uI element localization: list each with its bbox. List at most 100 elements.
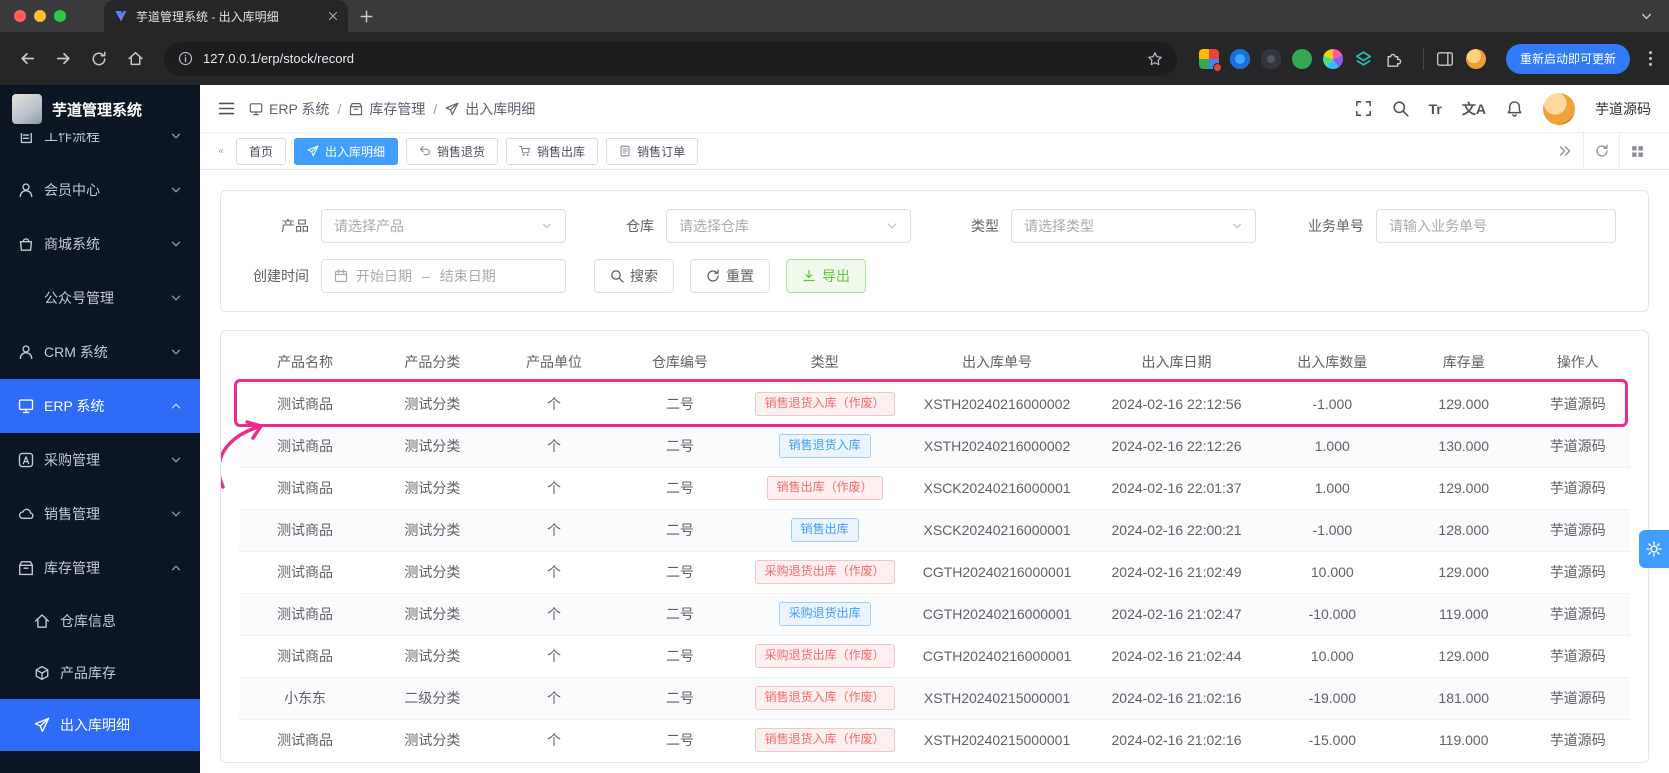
sidebar-item-mall-system[interactable]: 商城系统: [0, 217, 200, 271]
dark-circle-extension-icon[interactable]: [1261, 49, 1281, 69]
cell-stock: 130.000: [1402, 425, 1526, 467]
export-button[interactable]: 导出: [786, 259, 866, 293]
table-row: 测试商品测试分类个二号采购退货出库CGTH202402160000012024-…: [239, 593, 1630, 635]
tab-sales-return[interactable]: 销售退货: [406, 138, 498, 165]
sidebar-item-product-stock[interactable]: 产品库存: [0, 647, 200, 699]
sidebar: 芋道管理系统 工作流程 会员中心 商城系统 公众号管理: [0, 85, 200, 773]
column-header: 产品单位: [494, 341, 615, 383]
type-select[interactable]: 请选择类型: [1011, 209, 1256, 243]
tab-sales-order[interactable]: 销售订单: [606, 138, 698, 165]
scroll-tabs-left-icon[interactable]: [214, 145, 228, 157]
sidebar-item-member-center[interactable]: 会员中心: [0, 163, 200, 217]
sidebar-item-sales-mgmt[interactable]: 销售管理: [0, 487, 200, 541]
sidebar-logo[interactable]: 芋道管理系统: [0, 85, 200, 133]
close-window-button[interactable]: [14, 10, 26, 22]
zoom-window-button[interactable]: [54, 10, 66, 22]
translate-icon[interactable]: 文A: [1462, 99, 1486, 119]
tab-close-icon[interactable]: [328, 11, 338, 21]
tab-sales-outbound[interactable]: 销售出库: [506, 138, 598, 165]
cell-type: 销售出库: [745, 509, 904, 551]
blue-circle-extension-icon[interactable]: [1230, 49, 1250, 69]
breadcrumb-item-erp[interactable]: ERP 系统: [249, 99, 329, 119]
cell-order_no: XSTH20240215000001: [904, 719, 1090, 761]
breadcrumb-item-inventory[interactable]: 库存管理: [349, 99, 425, 119]
fullscreen-icon[interactable]: [1355, 100, 1372, 117]
cell-warehouse: 二号: [615, 677, 746, 719]
puzzle-extensions-menu-icon[interactable]: [1384, 49, 1403, 68]
stock-record-table-card: 产品名称产品分类产品单位仓库编号类型出入库单号出入库日期出入库数量库存量操作人 …: [220, 330, 1649, 763]
cell-stock: 181.000: [1402, 677, 1526, 719]
cell-type: 销售退货入库（作废）: [745, 677, 904, 719]
product-select[interactable]: 请选择产品: [321, 209, 566, 243]
cell-type: 采购退货出库（作废）: [745, 635, 904, 677]
breadcrumb-item-stock-record: 出入库明细: [445, 99, 535, 119]
cell-unit: 个: [494, 383, 615, 425]
browser-update-button[interactable]: 重新启动即可更新: [1506, 44, 1630, 74]
cell-stock: 129.000: [1402, 551, 1526, 593]
business-no-input[interactable]: [1376, 209, 1616, 243]
download-icon: [802, 269, 816, 283]
cell-unit: 个: [494, 467, 615, 509]
side-panel-icon[interactable]: [1436, 50, 1454, 68]
breadcrumb-separator: /: [433, 101, 437, 117]
sidebar-item-label: CRM 系统: [44, 342, 108, 362]
sidebar-item-label: 销售管理: [44, 504, 100, 524]
forward-button[interactable]: [48, 44, 78, 74]
font-size-icon[interactable]: Tr: [1429, 101, 1442, 117]
sidebar-item-warehouse-info[interactable]: 仓库信息: [0, 595, 200, 647]
pinwheel-extension-icon[interactable]: [1323, 49, 1343, 69]
layout-grid-icon[interactable]: [1619, 132, 1655, 170]
chevron-down-icon: [1231, 220, 1243, 232]
new-tab-button[interactable]: [360, 10, 373, 23]
reset-button[interactable]: 重置: [690, 259, 770, 293]
sidebar-item-stock-record[interactable]: 出入库明细: [0, 699, 200, 751]
bookmark-star-icon[interactable]: [1147, 51, 1163, 67]
date-range-picker[interactable]: 开始日期 – 结束日期: [321, 259, 566, 293]
sidebar-item-official-account[interactable]: 公众号管理: [0, 271, 200, 325]
type-tag: 采购退货出库: [779, 602, 871, 626]
address-bar[interactable]: 127.0.0.1/erp/stock/record: [164, 42, 1177, 76]
browser-tab[interactable]: 芋道管理系统 - 出入库明细: [104, 0, 348, 32]
column-header: 库存量: [1402, 341, 1526, 383]
minimize-window-button[interactable]: [34, 10, 46, 22]
extension-badge: [1213, 63, 1222, 72]
calendar-icon: [334, 269, 348, 283]
erp-monitor-icon: [18, 398, 34, 414]
tab-home[interactable]: 首页: [236, 138, 286, 165]
reload-button[interactable]: [84, 44, 114, 74]
sidebar-item-crm-system[interactable]: CRM 系统: [0, 325, 200, 379]
user-avatar[interactable]: [1543, 93, 1575, 125]
search-icon[interactable]: [1392, 100, 1409, 117]
column-header: 产品名称: [239, 341, 371, 383]
notification-bell-icon[interactable]: [1506, 100, 1523, 117]
chevron-down-icon: [170, 184, 182, 196]
colors-grid-extension-icon[interactable]: [1199, 49, 1219, 69]
header-actions: Tr 文A 芋道源码: [1355, 93, 1651, 125]
green-circle-extension-icon[interactable]: [1292, 49, 1312, 69]
refresh-page-tab-icon[interactable]: [1583, 132, 1619, 170]
home-button[interactable]: [120, 44, 150, 74]
browser-profile-avatar[interactable]: [1466, 49, 1486, 69]
current-username[interactable]: 芋道源码: [1595, 99, 1651, 119]
table-body: 测试商品测试分类个二号销售退货入库（作废）XSTH202402160000022…: [239, 383, 1630, 761]
collapse-sidebar-hamburger-icon[interactable]: [218, 101, 235, 116]
sidebar-item-erp-system[interactable]: ERP 系统: [0, 379, 200, 433]
sidebar-item-purchase-mgmt[interactable]: 采购管理: [0, 433, 200, 487]
cell-product: 测试商品: [239, 719, 371, 761]
search-button[interactable]: 搜索: [594, 259, 674, 293]
member-icon: [18, 182, 34, 198]
browser-menu-dots-icon[interactable]: [1648, 50, 1653, 67]
tab-search-chevron-icon[interactable]: [1640, 10, 1653, 23]
scroll-tabs-right-icon[interactable]: [1547, 132, 1583, 170]
stock-record-send-icon: [34, 717, 50, 733]
crm-user-icon: [18, 344, 34, 360]
warehouse-select[interactable]: 请选择仓库: [666, 209, 911, 243]
tab-stock-record[interactable]: 出入库明细: [294, 138, 398, 165]
site-info-icon[interactable]: [178, 51, 193, 66]
back-button[interactable]: [12, 44, 42, 74]
theme-settings-button[interactable]: [1639, 530, 1669, 568]
main-area: ERP 系统 / 库存管理 / 出入库明细 Tr 文A: [200, 85, 1669, 773]
teal-layers-extension-icon[interactable]: [1354, 49, 1373, 68]
sidebar-item-inventory-mgmt[interactable]: 库存管理: [0, 541, 200, 595]
url-text[interactable]: 127.0.0.1/erp/stock/record: [203, 51, 1137, 66]
